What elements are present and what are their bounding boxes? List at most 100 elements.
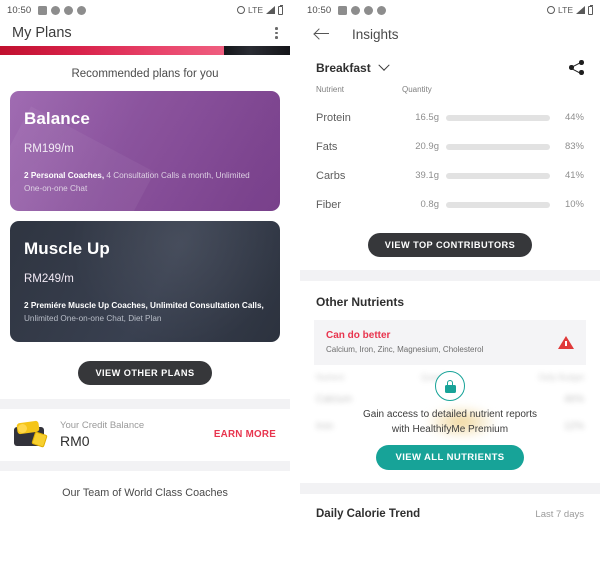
- status-time: 10:50: [7, 4, 32, 16]
- trend-range[interactable]: Last 7 days: [535, 509, 584, 520]
- trend-title: Daily Calorie Trend: [316, 508, 421, 520]
- column-nutrient: Nutrient: [316, 85, 345, 94]
- battery-icon: [278, 4, 283, 15]
- premium-lock-overlay: Gain access to detailed nutrient reports…: [300, 365, 600, 483]
- view-all-nutrients-button[interactable]: VIEW ALL NUTRIENTS: [376, 445, 524, 470]
- view-top-contributors-button[interactable]: VIEW TOP CONTRIBUTORS: [367, 233, 533, 257]
- page-title: Insights: [352, 26, 399, 42]
- accent-progress-bar: [0, 46, 290, 55]
- view-top-contributors-row: VIEW TOP CONTRIBUTORS: [300, 219, 600, 270]
- message-icon: [338, 5, 348, 15]
- table-row: Protein 16.5g 44%: [316, 103, 584, 132]
- nutrient-table-header: Nutrient Quantity: [316, 85, 584, 103]
- chat-icon: [377, 5, 387, 15]
- plan-price: RM249/m: [24, 273, 74, 286]
- column-quantity: Quantity: [402, 85, 432, 94]
- share-icon[interactable]: [569, 60, 584, 75]
- meal-selector-row: Breakfast: [300, 48, 600, 85]
- network-label: LTE: [558, 5, 573, 15]
- daily-calorie-trend-row: Daily Calorie Trend Last 7 days: [300, 494, 600, 520]
- plan-card-balance[interactable]: Balance RM199/m 2 Personal Coaches, 4 Co…: [10, 91, 280, 211]
- signal-icon: [576, 6, 585, 14]
- section-divider: [300, 270, 600, 281]
- status-bar-right: 10:50 LTE: [300, 0, 600, 20]
- other-nutrients-title: Other Nutrients: [316, 295, 405, 309]
- nutrient-progress-track: [446, 143, 550, 150]
- nutrient-quantity: 39.1g: [415, 170, 439, 181]
- nutrient-progress-track: [446, 172, 550, 179]
- my-plans-screen: 10:50 LTE My Plans Recommended plans for…: [0, 0, 290, 577]
- table-row: Fats 20.9g 83%: [316, 132, 584, 161]
- premium-message: Gain access to detailed nutrient reports…: [363, 409, 537, 435]
- status-left-icons: [338, 5, 387, 15]
- nutrient-quantity: 0.8g: [420, 199, 440, 210]
- table-row: Fiber 0.8g 10%: [316, 190, 584, 219]
- nutrient-percent: 44%: [564, 112, 584, 123]
- accent-bar-rest: [224, 46, 290, 55]
- sync-icon: [51, 5, 61, 15]
- wallet-icon: [14, 420, 48, 449]
- signal-icon: [266, 6, 275, 14]
- table-row: Carbs 39.1g 41%: [316, 161, 584, 190]
- nutrient-name: Fiber: [316, 198, 342, 211]
- kebab-menu-icon[interactable]: [275, 27, 278, 39]
- nutrient-progress-track: [446, 114, 550, 121]
- plan-features: 2 Personal Coaches, 4 Consultation Calls…: [24, 170, 266, 195]
- meal-selector-value[interactable]: Breakfast: [316, 61, 371, 75]
- status-bar-left: 10:50 LTE: [0, 0, 290, 20]
- plan-features-rest: Unlimited One-on-one Chat, Diet Plan: [24, 314, 162, 324]
- status-time: 10:50: [307, 4, 332, 16]
- team-heading: Our Team of World Class Coaches: [62, 486, 228, 499]
- warning-triangle-icon: [558, 335, 574, 349]
- nutrient-name: Fats: [316, 140, 338, 153]
- nutrient-name: Protein: [316, 111, 351, 124]
- plan-card-muscle-up[interactable]: Muscle Up RM249/m 2 Premiére Muscle Up C…: [10, 221, 280, 341]
- sync-icon: [351, 5, 361, 15]
- credit-balance-row[interactable]: Your Credit Balance RM0 EARN MORE: [0, 408, 290, 461]
- message-icon: [38, 5, 48, 15]
- page-title: My Plans: [12, 25, 72, 41]
- can-do-better-card[interactable]: Can do better Calcium, Iron, Zinc, Magne…: [314, 320, 586, 365]
- accent-bar-fill: [0, 46, 224, 55]
- locked-nutrients-section: Nutrient Quantity Daily Budget Calcium 4…: [300, 365, 600, 483]
- plan-features-bold: 2 Personal Coaches,: [24, 171, 105, 180]
- screen-gutter: [290, 0, 300, 577]
- battery-icon: [588, 4, 593, 15]
- app-bar-insights: Insights: [300, 20, 600, 48]
- credit-text-group: Your Credit Balance RM0: [60, 420, 144, 449]
- sync-icon: [64, 5, 74, 15]
- section-divider: [0, 460, 290, 471]
- plan-features-bold: 2 Premiére Muscle Up Coaches, Unlimited …: [24, 301, 264, 311]
- nutrient-percent: 83%: [564, 141, 584, 152]
- nutrient-percent: 41%: [564, 170, 584, 181]
- sync-icon: [364, 5, 374, 15]
- alert-title: Can do better: [326, 330, 391, 341]
- nutrient-table: Nutrient Quantity Protein 16.5g 44% Fats…: [300, 85, 600, 219]
- view-other-plans-button[interactable]: VIEW OTHER PLANS: [78, 360, 212, 385]
- app-bar-my-plans: My Plans: [0, 20, 290, 46]
- insights-screen: 10:50 LTE Insights Breakfast Nutrient Qu…: [300, 0, 600, 577]
- section-divider: [0, 398, 290, 409]
- earn-more-link[interactable]: EARN MORE: [214, 429, 276, 440]
- view-other-plans-row: VIEW OTHER PLANS: [0, 352, 290, 399]
- alert-subtitle: Calcium, Iron, Zinc, Magnesium, Choleste…: [326, 345, 484, 354]
- plan-name: Muscle Up: [24, 239, 110, 259]
- alarm-icon: [237, 6, 246, 14]
- nutrient-quantity: 16.5g: [415, 112, 439, 123]
- credit-label: Your Credit Balance: [60, 419, 145, 431]
- dual-screen-container: 10:50 LTE My Plans Recommended plans for…: [0, 0, 600, 577]
- nutrient-quantity: 20.9g: [415, 141, 439, 152]
- plan-name: Balance: [24, 109, 90, 128]
- recommended-label: Recommended plans for you: [71, 68, 219, 80]
- credit-value: RM0: [60, 432, 90, 449]
- plan-features: 2 Premiére Muscle Up Coaches, Unlimited …: [24, 300, 266, 325]
- lock-icon: [435, 371, 465, 401]
- plan-features-rest: 4 Consultation Calls a month, Unlimited …: [24, 171, 250, 193]
- alarm-icon: [547, 6, 556, 14]
- chevron-down-icon[interactable]: [378, 59, 390, 71]
- plan-price: RM199/m: [24, 143, 74, 155]
- network-label: LTE: [248, 5, 263, 15]
- status-left-icons: [38, 5, 87, 15]
- alert-text-group: Can do better Calcium, Iron, Zinc, Magne…: [326, 330, 483, 354]
- back-arrow-icon[interactable]: [314, 26, 330, 42]
